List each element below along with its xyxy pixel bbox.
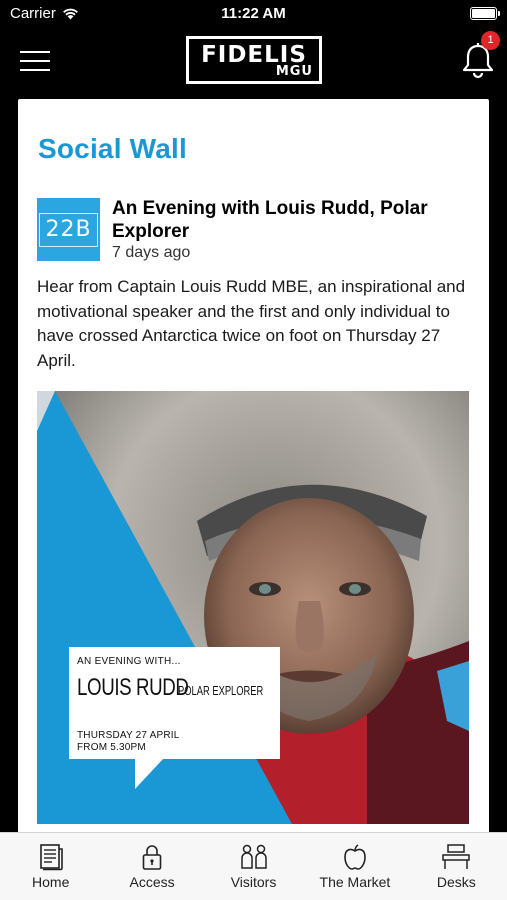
- bottom-tab-bar: Home Access Visitors The Market Desks: [0, 832, 507, 900]
- post-image[interactable]: AN EVENING WITH... LOUIS RUDD POLAR EXPL…: [37, 391, 469, 824]
- post-body: Hear from Captain Louis Rudd MBE, an ins…: [37, 277, 466, 370]
- visitors-icon: [240, 844, 267, 869]
- promo-date-line2: FROM 5.30PM: [77, 742, 146, 753]
- promo-role: POLAR EXPLORER: [178, 683, 264, 698]
- status-time: 11:22 AM: [221, 5, 286, 22]
- tab-visitors[interactable]: Visitors: [203, 833, 304, 900]
- status-bar: Carrier 11:22 AM: [0, 0, 507, 28]
- hamburger-menu-icon[interactable]: [20, 50, 50, 72]
- explorer-photo: [37, 391, 469, 824]
- tab-access-label: Access: [129, 874, 175, 890]
- post-timestamp: 7 days ago: [112, 244, 191, 261]
- post-title[interactable]: An Evening with Louis Rudd, Polar Explor…: [112, 197, 482, 243]
- promo-eyebrow: AN EVENING WITH...: [77, 656, 181, 667]
- tab-home-label: Home: [32, 874, 70, 890]
- page-title: Social Wall: [38, 133, 187, 164]
- newspaper-icon: [39, 844, 63, 871]
- tab-desks-label: Desks: [436, 874, 476, 890]
- notification-badge: 1: [481, 31, 500, 50]
- promo-date-line1: THURSDAY 27 APRIL: [77, 730, 180, 741]
- social-wall-card: Social Wall 22B An Evening with Louis Ru…: [18, 99, 489, 839]
- tab-access[interactable]: Access: [101, 833, 202, 900]
- battery-icon: [470, 7, 500, 20]
- tab-the-market-label: The Market: [319, 874, 391, 890]
- desk-icon: [442, 844, 471, 869]
- tab-the-market[interactable]: The Market: [304, 833, 405, 900]
- avatar-label: 22B: [39, 212, 98, 247]
- fidelis-logo: FIDELIS MGU: [186, 36, 322, 84]
- lock-icon: [142, 845, 162, 870]
- logo-sub-text: MGU: [275, 64, 313, 79]
- promo-name: LOUIS RUDD: [77, 674, 189, 701]
- tab-desks[interactable]: Desks: [406, 833, 507, 900]
- apple-icon: [344, 844, 366, 870]
- event-promo-box: AN EVENING WITH... LOUIS RUDD POLAR EXPL…: [69, 647, 280, 789]
- top-nav: FIDELIS MGU 1: [0, 28, 507, 94]
- tab-visitors-label: Visitors: [230, 874, 277, 890]
- promo-date: THURSDAY 27 APRIL FROM 5.30PM: [77, 730, 180, 754]
- post-avatar[interactable]: 22B: [37, 198, 100, 261]
- tab-home[interactable]: Home: [0, 833, 101, 900]
